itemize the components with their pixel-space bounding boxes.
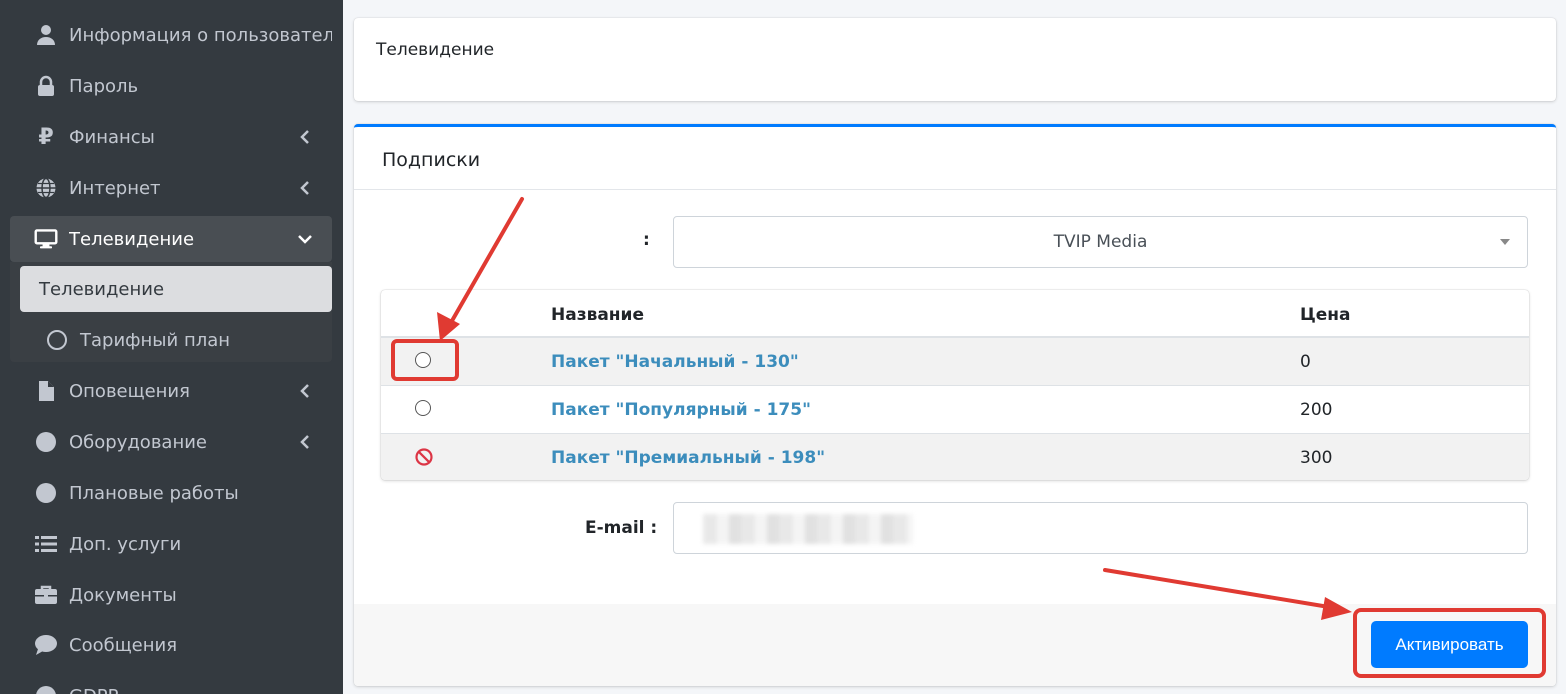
ring-icon xyxy=(47,330,67,350)
package-price: 200 xyxy=(1300,400,1333,420)
table-row: Пакет "Начальный - 130" 0 xyxy=(381,338,1529,386)
sidebar-item-gdpr[interactable]: GDPR xyxy=(10,673,332,694)
sidebar-item-messages[interactable]: Сообщения xyxy=(10,622,332,668)
package-name-link[interactable]: Пакет "Популярный - 175" xyxy=(551,400,811,420)
sidebar-item-internet[interactable]: Интернет xyxy=(10,165,332,211)
circle-icon xyxy=(34,430,58,454)
provider-select[interactable]: TVIP Media xyxy=(673,216,1528,268)
globe-icon xyxy=(34,176,58,200)
sidebar-item-label: Документы xyxy=(69,584,177,606)
email-field[interactable] xyxy=(673,502,1528,554)
ban-icon xyxy=(415,448,433,466)
sidebar-item-password[interactable]: Пароль xyxy=(10,63,332,109)
monitor-icon xyxy=(34,227,58,251)
packages-table: Название Цена Пакет "Начальный - 130" 0 … xyxy=(381,290,1529,480)
sidebar-item-label: Пароль xyxy=(69,75,139,97)
chevron-left-icon xyxy=(298,181,312,195)
annotation-highlight-radio xyxy=(391,339,459,381)
caret-down-icon xyxy=(1500,239,1510,245)
circle-icon xyxy=(34,481,58,505)
sidebar-item-extra-services[interactable]: Доп. услуги xyxy=(10,521,332,567)
sidebar-item-equipment[interactable]: Оборудование xyxy=(10,419,332,465)
page-title: Телевидение xyxy=(376,40,495,60)
sidebar-item-documents[interactable]: Документы xyxy=(10,572,332,618)
sidebar-item-notifications[interactable]: Оповещения xyxy=(10,368,332,414)
card-header: Подписки xyxy=(354,127,1556,190)
ruble-icon: ₽ xyxy=(38,124,54,150)
briefcase-icon xyxy=(34,583,58,607)
provider-select-label: : xyxy=(643,230,650,250)
sidebar-item-label: Информация о пользователе xyxy=(69,24,332,46)
sidebar-item-label: Доп. услуги xyxy=(69,533,182,555)
page-title-card: Телевидение xyxy=(354,18,1556,101)
column-header-name: Название xyxy=(551,305,644,325)
submenu-item-tv[interactable]: Телевидение xyxy=(20,266,332,312)
lock-icon xyxy=(34,74,58,98)
annotation-highlight-button xyxy=(1353,608,1546,678)
circle-icon xyxy=(34,684,58,694)
package-name-link[interactable]: Пакет "Премиальный - 198" xyxy=(551,448,825,468)
provider-select-value: TVIP Media xyxy=(1053,232,1148,252)
sidebar-item-label: GDPR xyxy=(69,686,332,694)
sidebar-item-label: Интернет xyxy=(69,177,161,199)
table-row: Пакет "Популярный - 175" 200 xyxy=(381,386,1529,434)
sidebar-item-label: Оповещения xyxy=(69,380,190,402)
comment-icon xyxy=(34,633,58,657)
sidebar-item-maintenance[interactable]: Плановые работы xyxy=(10,470,332,516)
sidebar-item-label: Плановые работы xyxy=(69,482,239,504)
redacted-email xyxy=(703,514,913,544)
package-radio[interactable] xyxy=(415,400,431,416)
user-icon xyxy=(34,23,58,47)
sidebar-item-label: Финансы xyxy=(69,126,155,148)
sidebar: Информация о пользователе Пароль ₽ Финан… xyxy=(0,0,343,694)
list-icon xyxy=(34,532,58,556)
card-title: Подписки xyxy=(382,149,481,171)
chevron-down-icon xyxy=(298,232,312,246)
submenu-item-tariff-plan[interactable]: Тарифный план xyxy=(20,317,332,363)
sidebar-item-finance[interactable]: ₽ Финансы xyxy=(10,114,332,160)
submenu-item-label: Тарифный план xyxy=(80,329,231,351)
package-price: 0 xyxy=(1300,352,1311,372)
sidebar-item-label: Телевидение xyxy=(69,228,195,250)
sidebar-item-label: Сообщения xyxy=(69,634,178,656)
chevron-left-icon xyxy=(298,130,312,144)
sidebar-item-label: Оборудование xyxy=(69,431,207,453)
file-icon xyxy=(34,379,58,403)
chevron-left-icon xyxy=(298,435,312,449)
sidebar-item-tv[interactable]: Телевидение xyxy=(10,216,332,262)
package-price: 300 xyxy=(1300,448,1333,468)
table-row: Пакет "Премиальный - 198" 300 xyxy=(381,434,1529,480)
table-header-row: Название Цена xyxy=(381,290,1529,338)
package-name-link[interactable]: Пакет "Начальный - 130" xyxy=(551,352,799,372)
sidebar-item-user-info[interactable]: Информация о пользователе xyxy=(10,12,332,58)
column-header-price: Цена xyxy=(1300,305,1351,325)
chevron-left-icon xyxy=(298,384,312,398)
submenu-item-label: Телевидение xyxy=(39,278,165,300)
email-label: E-mail : xyxy=(585,518,658,538)
